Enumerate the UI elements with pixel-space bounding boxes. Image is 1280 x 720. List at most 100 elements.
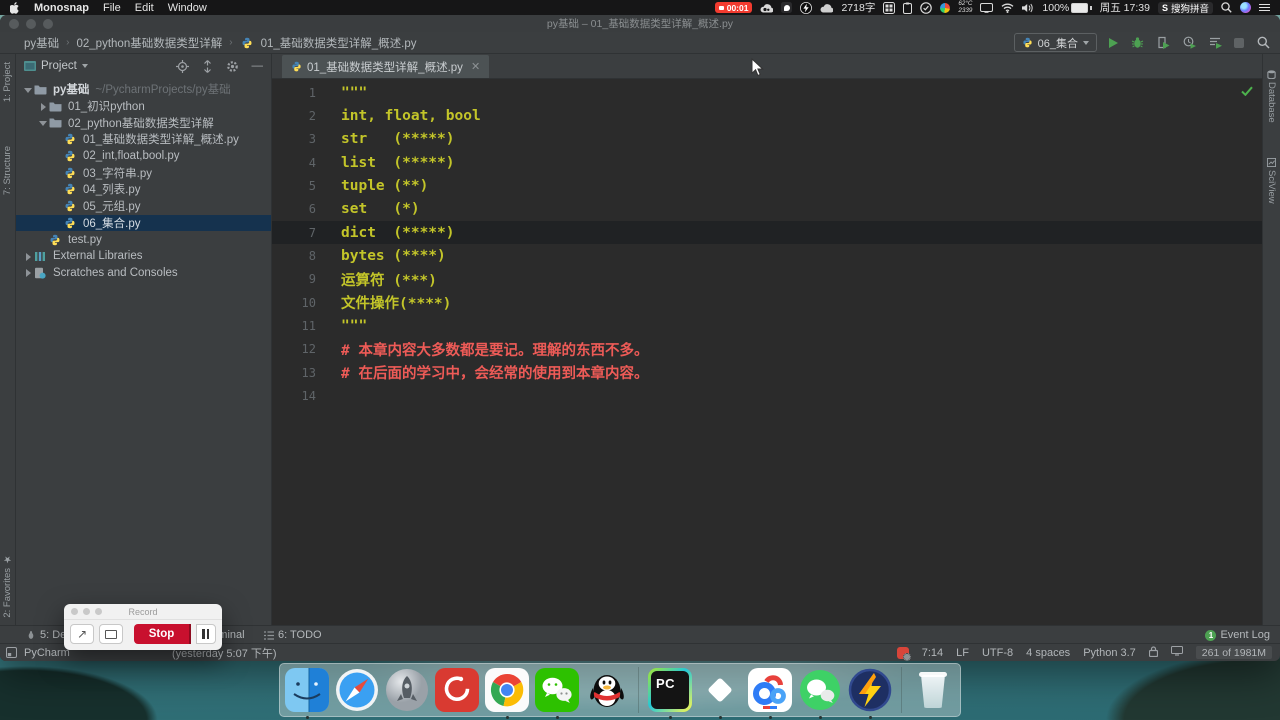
toolwindow-switcher-icon[interactable] xyxy=(6,646,17,661)
wifi-icon[interactable] xyxy=(1001,3,1014,13)
screen-reader-icon[interactable] xyxy=(1170,646,1183,659)
menu-window[interactable]: Window xyxy=(168,2,207,14)
project-panel-title[interactable]: Project xyxy=(41,60,77,72)
netdisk-cloud-icon[interactable] xyxy=(760,3,774,13)
tree-expand-arrow-icon[interactable] xyxy=(37,117,48,128)
menu-list-icon[interactable] xyxy=(1259,3,1270,12)
code-line[interactable]: 8 bytes (****) xyxy=(272,244,1262,267)
caret-position[interactable]: 7:14 xyxy=(922,647,943,659)
code-editor[interactable]: 1 """ 2 int, float, bool 3 str (*****) 4 list (… xyxy=(272,79,1262,626)
toolwindow-todo-button[interactable]: 6: TODO xyxy=(264,626,322,644)
search-everywhere-icon[interactable] xyxy=(1256,36,1270,50)
activity-pie-icon[interactable] xyxy=(940,2,951,13)
dock-safari-icon[interactable] xyxy=(335,668,379,712)
traffic-light-zoom[interactable] xyxy=(43,18,53,29)
dock-netease-music-icon[interactable] xyxy=(435,668,479,712)
menu-edit[interactable]: Edit xyxy=(135,2,154,14)
profiler-button[interactable] xyxy=(1182,36,1196,50)
code-line[interactable]: 5 tuple (**) xyxy=(272,174,1262,197)
traffic-light-close[interactable] xyxy=(9,18,19,29)
project-tree-item[interactable]: Scratches and Consoles xyxy=(16,265,271,282)
project-tree-item[interactable]: 05_元组.py xyxy=(16,198,271,215)
inspections-ok-icon[interactable] xyxy=(1241,83,1253,101)
run-with-coverage-button[interactable] xyxy=(1156,36,1170,50)
menubar-app-name[interactable]: Monosnap xyxy=(34,2,89,14)
project-tree-item[interactable]: py基础 ~/PycharmProjects/py基础 xyxy=(16,81,271,98)
keyboard-grid-icon[interactable] xyxy=(883,1,896,14)
line-number[interactable]: 10 xyxy=(272,296,329,310)
line-number[interactable]: 1 xyxy=(272,86,329,100)
code-line[interactable]: 4 list (*****) xyxy=(272,151,1262,174)
tree-expand-arrow-icon[interactable] xyxy=(22,84,33,95)
line-number[interactable]: 14 xyxy=(272,389,329,403)
dock-wechat-icon[interactable] xyxy=(535,668,579,719)
line-number[interactable]: 5 xyxy=(272,179,329,193)
line-number[interactable]: 8 xyxy=(272,249,329,263)
line-number[interactable]: 11 xyxy=(272,319,329,333)
python-interpreter[interactable]: Python 3.7 xyxy=(1083,647,1136,659)
code-line[interactable]: 14 xyxy=(272,384,1262,407)
gear-icon[interactable] xyxy=(226,60,239,73)
breadcrumb-package[interactable]: 02_python基础数据类型详解 xyxy=(77,35,223,51)
record-widget-titlebar[interactable]: Record xyxy=(64,604,222,620)
line-number[interactable]: 7 xyxy=(272,226,329,240)
stop-button[interactable] xyxy=(1234,37,1244,48)
sogou-ime-icon[interactable]: S 搜狗拼音 xyxy=(1157,1,1213,15)
line-number[interactable]: 6 xyxy=(272,202,329,216)
breadcrumb-file[interactable]: 01_基础数据类型详解_概述.py xyxy=(261,35,417,51)
concurrency-diagram-button[interactable] xyxy=(1208,36,1222,50)
dock-thunder-icon[interactable] xyxy=(848,668,892,719)
line-number[interactable]: 13 xyxy=(272,366,329,380)
run-button[interactable] xyxy=(1109,37,1118,48)
dock-baidu-netdisk-icon[interactable] xyxy=(748,668,792,719)
project-tree-item[interactable]: 03_字符串.py xyxy=(16,164,271,181)
project-tree-item[interactable]: 02_int,float,bool.py xyxy=(16,148,271,165)
locate-file-icon[interactable] xyxy=(175,59,189,73)
stop-recording-button[interactable]: Stop xyxy=(134,624,191,644)
dock-launchpad-icon[interactable] xyxy=(385,668,429,712)
toolwindow-structure-button[interactable]: 7: Structure xyxy=(2,146,13,195)
apple-icon[interactable] xyxy=(10,1,20,14)
word-count[interactable]: 2718字 xyxy=(841,0,875,15)
line-number[interactable]: 4 xyxy=(272,156,329,170)
toolwindow-database-button[interactable]: Database xyxy=(1266,70,1277,123)
code-line[interactable]: 12 # 本章内容大多数都是要记。理解的东西不多。 xyxy=(272,338,1262,361)
code-line[interactable]: 3 str (*****) xyxy=(272,128,1262,151)
toolwindow-favorites-button[interactable]: 2: Favorites ★ xyxy=(2,554,13,618)
dock-qq-icon[interactable] xyxy=(585,668,629,712)
dock-pycharm-icon[interactable]: PC xyxy=(648,668,692,719)
close-icon[interactable]: ✕ xyxy=(471,60,480,73)
battery-indicator[interactable]: 100% xyxy=(1042,2,1092,14)
code-line[interactable]: 10 文件操作(****) xyxy=(272,291,1262,314)
status-message[interactable]: PyCharm xyxy=(24,647,70,659)
breadcrumb-project[interactable]: py基础 xyxy=(24,35,59,51)
project-tree-item[interactable]: test.py xyxy=(16,231,271,248)
project-tree-item[interactable]: 04_列表.py xyxy=(16,181,271,198)
toolwindow-project-button[interactable]: 1: Project xyxy=(2,62,13,102)
code-line[interactable]: 2 int, float, bool xyxy=(272,104,1262,127)
project-tree-item[interactable]: 02_python基础数据类型详解 xyxy=(16,114,271,131)
line-separator[interactable]: LF xyxy=(956,647,969,659)
spotlight-search-icon[interactable] xyxy=(1221,2,1232,13)
dock-trash-icon[interactable] xyxy=(911,668,955,712)
indent-style[interactable]: 4 spaces xyxy=(1026,647,1070,659)
bolt-circle-icon[interactable] xyxy=(800,1,813,14)
tree-expand-arrow-icon[interactable] xyxy=(22,251,33,262)
code-line[interactable]: 7 dict (*****) xyxy=(272,221,1262,245)
code-line[interactable]: 9 运算符 (***) xyxy=(272,268,1262,291)
lock-icon[interactable] xyxy=(1148,645,1158,660)
project-tree-item[interactable]: External Libraries xyxy=(16,248,271,265)
menubar-clock[interactable]: 周五 17:39 xyxy=(1100,0,1150,15)
menu-file[interactable]: File xyxy=(103,2,121,14)
file-encoding[interactable]: UTF-8 xyxy=(982,647,1013,659)
record-area-button[interactable] xyxy=(99,624,124,644)
monosnap-icon[interactable] xyxy=(781,2,793,13)
project-tree-item[interactable]: 01_初识python xyxy=(16,98,271,115)
code-line[interactable]: 13 # 在后面的学习中，会经常的使用到本章内容。 xyxy=(272,361,1262,384)
line-number[interactable]: 12 xyxy=(272,342,329,356)
dock-notes-app-icon[interactable] xyxy=(698,668,742,719)
project-tree-item[interactable]: 06_集合.py xyxy=(16,214,271,232)
line-number[interactable]: 2 xyxy=(272,109,329,123)
code-line[interactable]: 1 """ xyxy=(272,81,1262,104)
editor-tab[interactable]: 01_基础数据类型详解_概述.py ✕ xyxy=(282,55,490,78)
